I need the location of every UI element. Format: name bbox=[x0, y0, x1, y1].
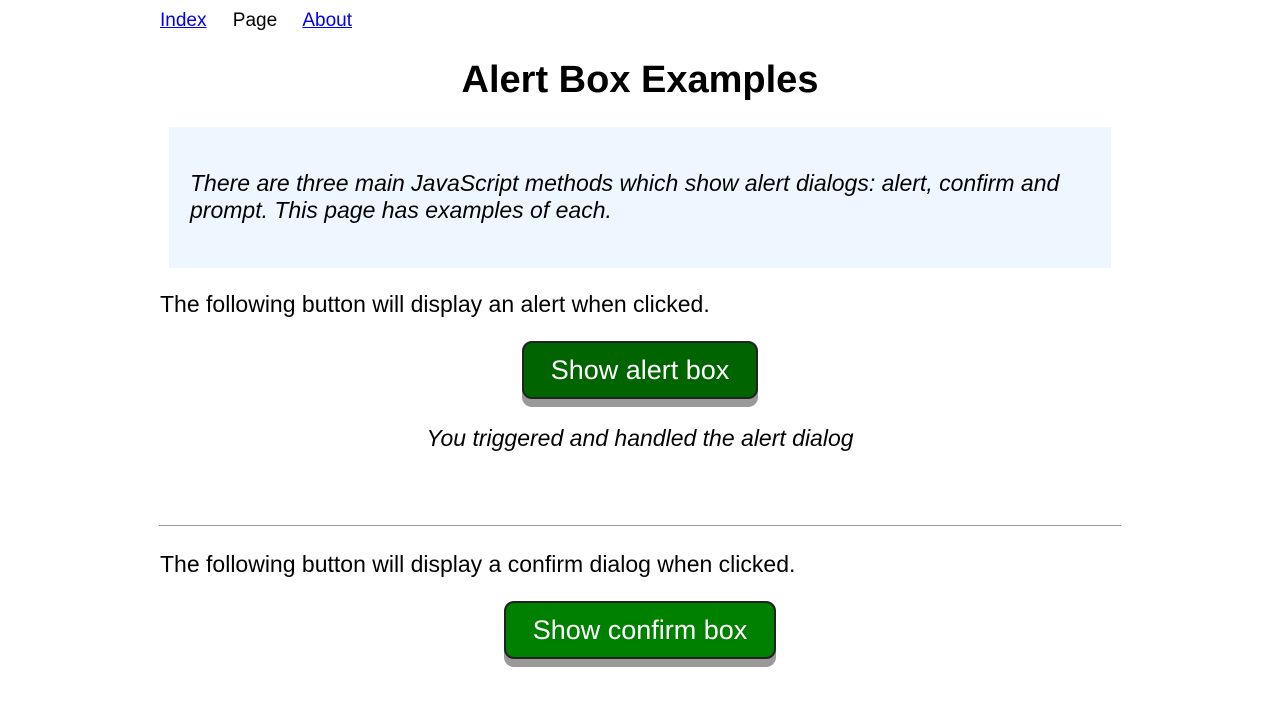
alert-result-text: You triggered and handled the alert dial… bbox=[426, 425, 854, 451]
page: Index Page About Alert Box Examples Ther… bbox=[0, 0, 1280, 720]
intro-text: There are three main JavaScript methods … bbox=[190, 170, 1060, 223]
show-confirm-button[interactable]: Show confirm box bbox=[504, 601, 776, 659]
section-divider bbox=[159, 525, 1121, 526]
intro-box: There are three main JavaScript methods … bbox=[169, 127, 1111, 268]
alert-description: The following button will display an ale… bbox=[160, 291, 710, 317]
page-title: Alert Box Examples bbox=[461, 59, 819, 101]
show-alert-button[interactable]: Show alert box bbox=[522, 341, 758, 399]
top-nav: Index Page About bbox=[160, 9, 373, 33]
nav-item-page: Page bbox=[232, 10, 278, 31]
nav-link-index[interactable]: Index bbox=[160, 10, 206, 31]
nav-link-about[interactable]: About bbox=[302, 10, 352, 31]
confirm-description: The following button will display a conf… bbox=[160, 551, 796, 577]
